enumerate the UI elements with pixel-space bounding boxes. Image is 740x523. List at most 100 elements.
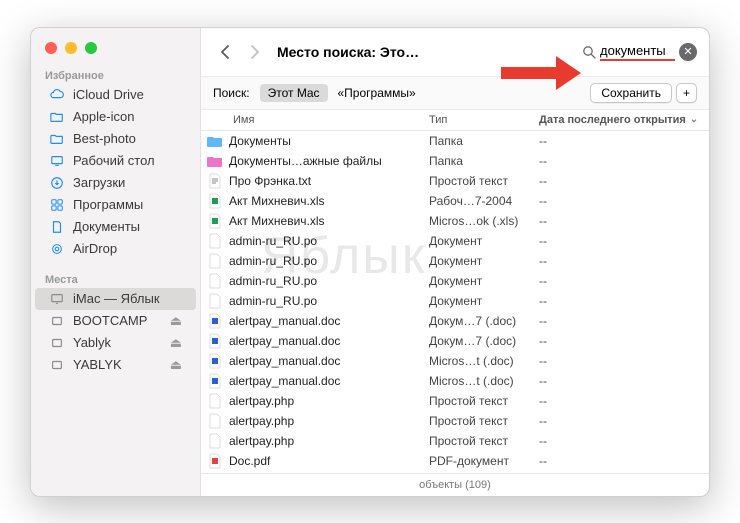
file-name: Doc.pdf [229, 454, 429, 468]
file-row[interactable]: Документы…ажные файлы Папка -- [201, 151, 709, 171]
file-type: Micros…t (.doc) [429, 374, 539, 388]
file-type: Докум…7 (.doc) [429, 334, 539, 348]
apps-icon [49, 197, 65, 213]
file-date: -- [539, 134, 709, 148]
minimize-button[interactable] [65, 42, 77, 54]
file-row[interactable]: alertpay.php Простой текст -- [201, 431, 709, 451]
forward-button[interactable] [243, 40, 267, 64]
sidebar-item[interactable]: iMac — Яблык [35, 288, 196, 310]
file-row[interactable]: admin-ru_RU.po Документ -- [201, 251, 709, 271]
file-icon [201, 253, 229, 269]
add-criteria-button[interactable]: + [676, 83, 697, 103]
file-name: admin-ru_RU.po [229, 254, 429, 268]
file-row[interactable]: alertpay.php Простой текст -- [201, 391, 709, 411]
window-controls [31, 28, 200, 64]
file-date: -- [539, 414, 709, 428]
file-type: Папка [429, 134, 539, 148]
file-row[interactable]: Про Фрэнка.txt Простой текст -- [201, 171, 709, 191]
folder-icon [49, 131, 65, 147]
column-headers: Имя Тип Дата последнего открытия⌄ [201, 110, 709, 131]
file-row[interactable]: alertpay_manual.doc Micros…t (.doc) -- [201, 351, 709, 371]
airdrop-icon [49, 241, 65, 257]
close-button[interactable] [45, 42, 57, 54]
file-row[interactable]: Акт Михневич.xls Рабоч…7-2004 -- [201, 191, 709, 211]
sidebar-item[interactable]: Загрузки [35, 172, 196, 194]
sidebar-section-favorites: Избранное [31, 64, 200, 84]
sidebar-item[interactable]: Программы [35, 194, 196, 216]
file-type: Документ [429, 254, 539, 268]
file-row[interactable]: admin-ru_RU.po Документ -- [201, 271, 709, 291]
status-bar: объекты (109) [201, 473, 709, 496]
eject-icon[interactable]: ⏏ [170, 357, 182, 373]
file-row[interactable]: Документы Папка -- [201, 131, 709, 151]
column-date[interactable]: Дата последнего открытия⌄ [539, 114, 709, 126]
sidebar-item[interactable]: BOOTCAMP ⏏ [35, 310, 196, 332]
file-icon [201, 233, 229, 249]
column-name[interactable]: Имя [229, 114, 429, 126]
sidebar-item-label: Документы [73, 219, 140, 234]
back-button[interactable] [213, 40, 237, 64]
file-name: alertpay.php [229, 394, 429, 408]
zoom-button[interactable] [85, 42, 97, 54]
file-name: admin-ru_RU.po [229, 294, 429, 308]
file-name: alertpay_manual.doc [229, 374, 429, 388]
file-icon [201, 273, 229, 289]
search-input[interactable] [600, 43, 675, 61]
file-list[interactable]: Яблык Документы Папка -- Документы…ажные… [201, 131, 709, 473]
disk-icon [49, 335, 65, 351]
file-date: -- [539, 254, 709, 268]
main-pane: Место поиска: Это… ✕ Поиск: Этот Mac «Пр… [201, 28, 709, 496]
download-icon [49, 175, 65, 191]
scope-this-mac[interactable]: Этот Mac [260, 84, 328, 102]
sidebar-item-label: Рабочий стол [73, 153, 155, 168]
file-type: Простой текст [429, 394, 539, 408]
file-icon [201, 173, 229, 189]
eject-icon[interactable]: ⏏ [170, 313, 182, 329]
save-search-button[interactable]: Сохранить [590, 83, 672, 103]
file-name: admin-ru_RU.po [229, 274, 429, 288]
file-row[interactable]: alertpay_manual.doc Докум…7 (.doc) -- [201, 331, 709, 351]
scope-apps[interactable]: «Программы» [338, 86, 416, 100]
file-name: Акт Михневич.xls [229, 194, 429, 208]
sidebar-item[interactable]: iCloud Drive [35, 84, 196, 106]
file-icon [201, 293, 229, 309]
file-row[interactable]: Акт Михневич.xls Micros…ok (.xls) -- [201, 211, 709, 231]
file-name: alertpay_manual.doc [229, 334, 429, 348]
file-row[interactable]: Doc.pdf PDF-документ -- [201, 451, 709, 471]
file-type: Простой текст [429, 174, 539, 188]
clear-search-button[interactable]: ✕ [679, 43, 697, 61]
sidebar-section-places: Места [31, 268, 200, 288]
file-date: -- [539, 454, 709, 468]
search-icon [582, 45, 596, 59]
file-type: Докум…7 (.doc) [429, 314, 539, 328]
sidebar-item-label: Загрузки [73, 175, 125, 190]
sidebar-item[interactable]: Best-photo [35, 128, 196, 150]
file-name: alertpay_manual.doc [229, 354, 429, 368]
file-row[interactable]: alertpay_manual.doc Докум…7 (.doc) -- [201, 311, 709, 331]
sidebar-item-label: YABLYK [73, 357, 122, 372]
sidebar-item[interactable]: Рабочий стол [35, 150, 196, 172]
sidebar-item[interactable]: Yablyk ⏏ [35, 332, 196, 354]
file-icon [201, 333, 229, 349]
cloud-icon [49, 87, 65, 103]
file-icon [201, 313, 229, 329]
imac-icon [49, 291, 65, 307]
file-icon [201, 193, 229, 209]
disk-icon [49, 357, 65, 373]
sidebar-item-label: AirDrop [73, 241, 117, 256]
file-date: -- [539, 174, 709, 188]
sidebar-item[interactable]: AirDrop [35, 238, 196, 260]
file-row[interactable]: admin-ru_RU.po Документ -- [201, 291, 709, 311]
file-row[interactable]: alertpay.php Простой текст -- [201, 411, 709, 431]
file-date: -- [539, 294, 709, 308]
sidebar-item[interactable]: Документы [35, 216, 196, 238]
file-row[interactable]: admin-ru_RU.po Документ -- [201, 231, 709, 251]
eject-icon[interactable]: ⏏ [170, 335, 182, 351]
file-row[interactable]: alertpay_manual.doc Micros…t (.doc) -- [201, 371, 709, 391]
sidebar-item[interactable]: YABLYK ⏏ [35, 354, 196, 376]
sidebar-item[interactable]: Apple-icon [35, 106, 196, 128]
column-type[interactable]: Тип [429, 114, 539, 126]
file-type: Папка [429, 154, 539, 168]
sidebar-item-label: iCloud Drive [73, 87, 144, 102]
file-icon [201, 213, 229, 229]
